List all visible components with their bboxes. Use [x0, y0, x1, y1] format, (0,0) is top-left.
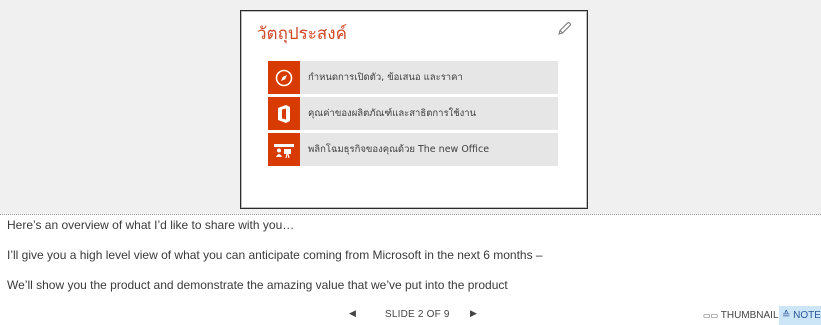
status-bar: ◀ SLIDE 2 OF 9 ▶ ▭▭ THUMBNAILS ≙ NOTES: [0, 306, 821, 325]
list-item-label: กำหนดการเปิดตัว, ข้อเสนอ และราคา: [308, 72, 463, 83]
compass-icon: [268, 61, 300, 94]
slide-title: วัตถุประสงค์: [257, 24, 347, 44]
pencil-icon[interactable]: [555, 20, 573, 38]
slide-stage: วัตถุประสงค์ กำหนดการเปิดตัว, ข้อเสนอ แล…: [0, 0, 821, 214]
notes-button[interactable]: ≙ NOTES: [779, 306, 821, 325]
speaker-notes[interactable]: Here’s an overview of what I’d like to s…: [7, 218, 807, 308]
next-slide-icon[interactable]: ▶: [470, 308, 477, 319]
slide-preview[interactable]: วัตถุประสงค์ กำหนดการเปิดตัว, ข้อเสนอ แล…: [240, 10, 588, 209]
notes-line: We’ll show you the product and demonstra…: [7, 278, 508, 292]
previous-slide-icon[interactable]: ◀: [349, 308, 356, 319]
slide-counter: SLIDE 2 OF 9: [385, 309, 450, 320]
list-item: กำหนดการเปิดตัว, ข้อเสนอ และราคา: [268, 61, 558, 94]
collaboration-icon: [268, 133, 300, 166]
thumbnails-label: THUMBNAILS: [720, 310, 786, 321]
notes-icon: ≙: [782, 310, 791, 321]
notes-line: Here’s an overview of what I’d like to s…: [7, 218, 295, 232]
thumbnails-button[interactable]: ▭▭ THUMBNAILS: [700, 306, 788, 325]
list-item: คุณค่าของผลิตภัณฑ์และสาธิตการใช้งาน: [268, 97, 558, 130]
notes-divider[interactable]: [0, 214, 821, 215]
objectives-list: กำหนดการเปิดตัว, ข้อเสนอ และราคา คุณค่าข…: [268, 61, 558, 169]
notes-line: I’ll give you a high level view of what …: [7, 248, 543, 262]
thumbnails-icon: ▭▭: [703, 311, 719, 320]
list-item-label: คุณค่าของผลิตภัณฑ์และสาธิตการใช้งาน: [308, 108, 477, 119]
list-item-label: พลิกโฉมธุรกิจของคุณด้วย The new Office: [308, 144, 490, 155]
notes-label: NOTES: [793, 310, 821, 321]
office-icon: [268, 97, 300, 130]
list-item: พลิกโฉมธุรกิจของคุณด้วย The new Office: [268, 133, 558, 166]
